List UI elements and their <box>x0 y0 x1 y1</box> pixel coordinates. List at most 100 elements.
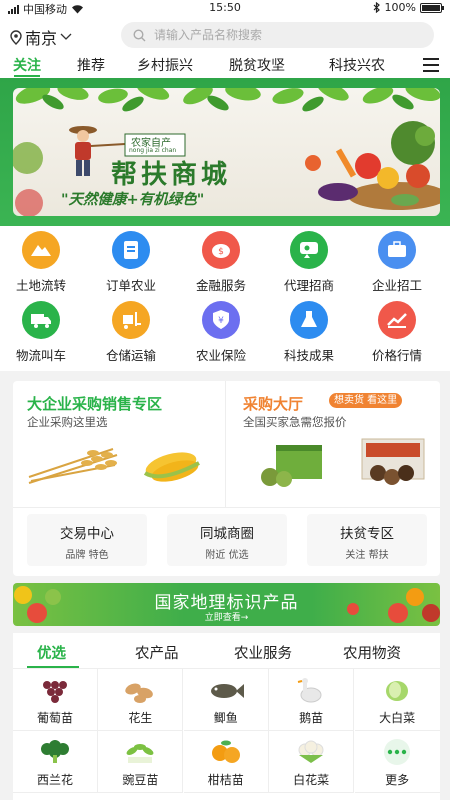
menu-icon[interactable] <box>423 58 439 72</box>
promo-h-divider <box>13 507 440 508</box>
trade-center-title: 交易中心 <box>60 526 114 542</box>
service-label: 土地流转 <box>15 278 66 293</box>
service-label: 企业招工 <box>371 278 422 293</box>
service-forklift[interactable]: 仓储运输 <box>93 301 169 364</box>
tab-poverty-alleviation[interactable]: 脱贫攻坚 <box>229 55 285 75</box>
service-trend-chart[interactable]: 价格行情 <box>359 301 435 364</box>
product-item[interactable]: 西兰花 <box>13 731 98 793</box>
svg-text:$: $ <box>218 247 224 257</box>
service-chat-user[interactable]: 代理招商 <box>271 231 347 294</box>
snack-box-image <box>361 438 425 485</box>
product-label: 花生 <box>128 711 153 725</box>
product-label: 鲫鱼 <box>213 711 238 725</box>
service-label: 物流叫车 <box>15 348 66 363</box>
briefcase-icon <box>378 231 416 269</box>
active-tab-indicator <box>14 75 40 77</box>
top-header: 南京 <box>0 16 450 52</box>
produce-basket <box>305 121 440 210</box>
service-label: 农业保险 <box>195 348 246 363</box>
service-document[interactable]: 订单农业 <box>93 231 169 294</box>
corn-image <box>143 452 200 482</box>
services-grid: 土地流转 订单农业 $ 金融服务 代理招商 企业招工物流叫车 仓储运输 ¥ 农业保险 科技成果 价格… <box>0 226 450 371</box>
piggy-bank-icon: $ <box>202 231 240 269</box>
category-tab-selected[interactable]: 优选 <box>37 642 66 663</box>
product-item[interactable]: 花生 <box>98 669 184 731</box>
broccoli-icon <box>41 740 69 763</box>
tab-tech-agriculture[interactable]: 科技兴农 <box>329 55 385 75</box>
product-item[interactable]: 更多 <box>354 731 440 793</box>
status-bar: 中国移动 15:50 100% <box>0 0 450 16</box>
product-label: 西兰花 <box>36 773 73 787</box>
product-item[interactable]: 白花菜 <box>269 731 355 793</box>
chevron-down-icon <box>60 33 72 40</box>
procurement-section: 大企业采购销售专区 企业采购这里选 采购大厅 想卖货 看这里 全国买家急需您报价 <box>13 381 440 576</box>
service-label: 仓储运输 <box>105 348 156 363</box>
service-label: 金融服务 <box>195 278 246 293</box>
product-item[interactable]: 柑桔苗 <box>183 731 269 793</box>
trade-center-card[interactable]: 交易中心 品牌 特色 <box>27 514 147 566</box>
trade-center-sub: 品牌 特色 <box>65 550 109 561</box>
category-tab-agri-products[interactable]: 农产品 <box>135 642 179 663</box>
procurement-hall-badge: 想卖货 看这里 <box>329 393 403 408</box>
location-selector[interactable]: 南京 <box>10 25 72 49</box>
category-tab-agri-supplies[interactable]: 农用物资 <box>343 642 401 663</box>
forklift-icon <box>112 301 150 339</box>
service-briefcase[interactable]: 企业招工 <box>359 231 435 294</box>
service-truck[interactable]: 物流叫车 <box>3 301 79 364</box>
category-section: 优选 农产品 农业服务 农用物资 葡萄苗 花生 鲫鱼 鹅苗 大白菜西兰花 豌豆苗 柑桔苗 白花… <box>13 633 440 800</box>
mountain-icon <box>22 231 60 269</box>
search-icon <box>133 28 146 41</box>
product-item[interactable]: 豌豆苗 <box>98 731 184 793</box>
product-item[interactable]: 鹅苗 <box>269 669 355 731</box>
tab-rural-revitalization[interactable]: 乡村振兴 <box>137 55 193 75</box>
poverty-zone-sub: 关注 帮扶 <box>345 550 389 561</box>
enterprise-zone-subtitle: 企业采购这里选 <box>27 415 108 429</box>
category-tab-agri-services[interactable]: 农业服务 <box>234 642 292 663</box>
enterprise-zone-title: 大企业采购销售专区 <box>27 395 163 413</box>
local-circle-card[interactable]: 同城商圈 附近 优选 <box>167 514 287 566</box>
enterprise-procurement-zone[interactable]: 大企业采购销售专区 企业采购这里选 <box>13 381 225 507</box>
channel-tabs: 关注 推荐 乡村振兴 脱贫攻坚 科技兴农 <box>0 52 450 78</box>
procurement-hall[interactable]: 采购大厅 想卖货 看这里 全国买家急需您报价 <box>226 381 440 507</box>
gift-box-image <box>261 445 322 487</box>
product-label: 柑桔苗 <box>207 773 244 787</box>
bluetooth-icon <box>373 2 380 13</box>
procurement-hall-subtitle: 全国买家急需您报价 <box>243 415 347 429</box>
wheat-image <box>28 448 118 484</box>
service-mountain[interactable]: 土地流转 <box>3 231 79 294</box>
search-input[interactable] <box>154 28 404 42</box>
geo-banner-link[interactable]: 立即查看→ <box>13 610 440 623</box>
banner-title: 帮扶商城 <box>111 160 232 190</box>
document-icon <box>112 231 150 269</box>
product-item[interactable]: 鲫鱼 <box>183 669 269 731</box>
battery-percent: 100% <box>384 1 416 14</box>
fish-icon <box>210 684 244 698</box>
pea-sprout-icon <box>126 744 154 763</box>
search-bar[interactable] <box>121 22 434 48</box>
geo-indication-banner[interactable]: 国家地理标识产品 立即查看→ <box>13 583 440 626</box>
grapes-icon <box>43 681 67 703</box>
location-pin-icon <box>10 29 22 45</box>
hero-banner[interactable]: 农家自产 nong jia zi chan 帮扶商城 "天然健康+有机绿色" <box>13 88 440 216</box>
shield-yen-icon: ¥ <box>202 301 240 339</box>
product-item[interactable]: 大白菜 <box>354 669 440 731</box>
service-label: 订单农业 <box>105 278 156 293</box>
truck-icon <box>22 301 60 339</box>
service-label: 代理招商 <box>283 278 334 293</box>
tab-recommend[interactable]: 推荐 <box>77 55 105 75</box>
banner-slogan: "天然健康+有机绿色" <box>61 192 205 208</box>
product-label: 葡萄苗 <box>36 711 73 725</box>
battery-icon <box>420 2 444 13</box>
service-piggy-bank[interactable]: $ 金融服务 <box>183 231 259 294</box>
product-label: 大白菜 <box>379 711 416 725</box>
product-label: 更多 <box>385 773 410 787</box>
tab-follow[interactable]: 关注 <box>13 55 41 75</box>
service-flask[interactable]: 科技成果 <box>271 301 347 364</box>
product-item[interactable]: 葡萄苗 <box>13 669 98 731</box>
product-grid: 葡萄苗 花生 鲫鱼 鹅苗 大白菜西兰花 豌豆苗 柑桔苗 白花菜 更多 <box>13 669 440 800</box>
poverty-zone-card[interactable]: 扶贫专区 关注 帮扶 <box>307 514 427 566</box>
service-label: 科技成果 <box>283 348 334 363</box>
more-icon <box>384 739 411 765</box>
flask-icon <box>290 301 328 339</box>
service-shield-yen[interactable]: ¥ 农业保险 <box>183 301 259 364</box>
